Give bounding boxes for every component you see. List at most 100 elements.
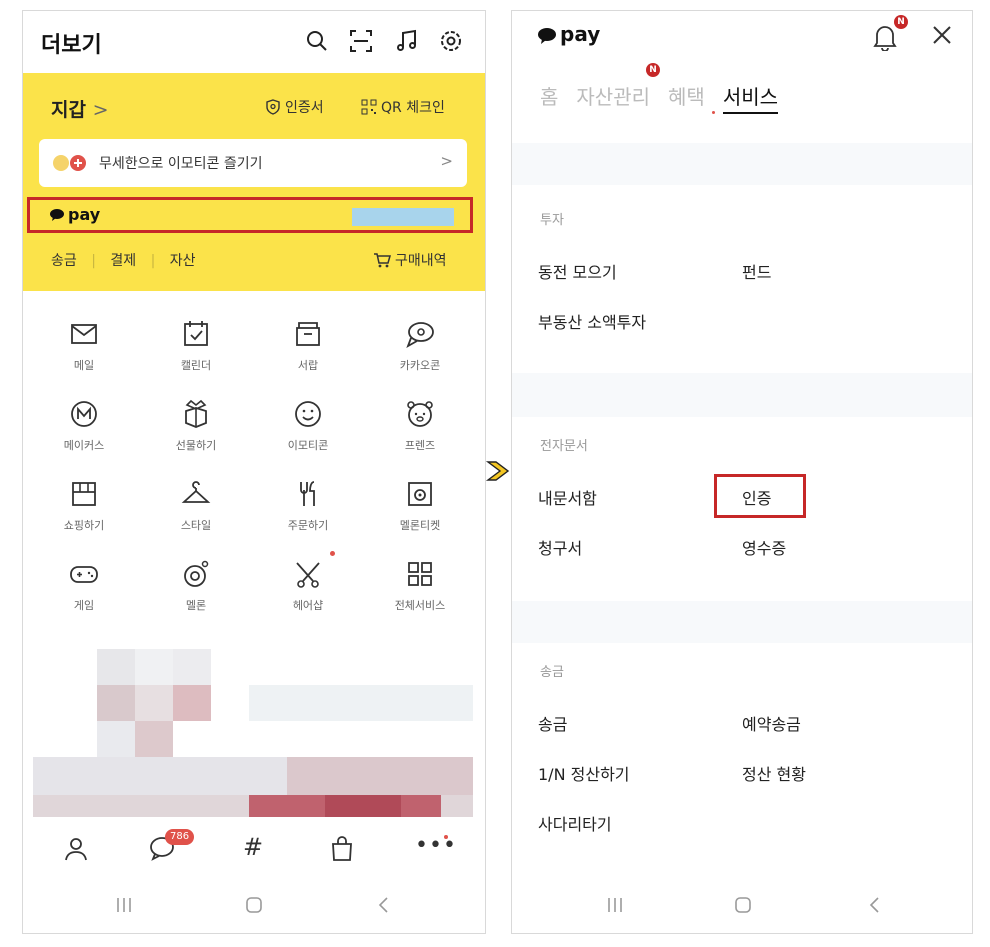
scan-icon[interactable] — [349, 29, 373, 53]
tab-new-badge: N — [646, 63, 660, 77]
shopping-tab-icon[interactable] — [329, 835, 355, 861]
back-icon[interactable] — [377, 897, 389, 913]
service-label: 전체서비스 — [394, 599, 446, 612]
qr-checkin-link[interactable]: QR 체크인 — [361, 97, 445, 117]
purchase-history-link[interactable]: 구매내역 — [373, 250, 447, 270]
mail-icon — [71, 324, 97, 344]
service-label: 선물하기 — [175, 439, 217, 452]
service-label: 이모티콘 — [287, 439, 329, 452]
drawer-icon — [296, 322, 320, 346]
pay-row-highlight[interactable]: pay — [27, 197, 473, 233]
shield-icon — [266, 99, 280, 115]
melon-icon — [184, 560, 209, 587]
service-melon[interactable]: 멜론 — [141, 559, 251, 613]
scissors-icon — [296, 562, 320, 588]
service-style[interactable]: 스타일 — [141, 479, 251, 533]
wallet-title[interactable]: 지갑 > — [51, 95, 109, 122]
home-icon[interactable] — [734, 896, 752, 914]
bell-icon[interactable] — [872, 23, 898, 51]
kakaocon-icon — [406, 322, 434, 348]
service-label: 게임 — [73, 599, 95, 612]
service-bills[interactable]: 청구서 — [538, 535, 582, 559]
blurred-ad-banner[interactable] — [33, 637, 473, 821]
service-mail[interactable]: 메일 — [29, 319, 139, 373]
hashtag-tab-icon[interactable]: # — [243, 833, 263, 861]
service-label: 쇼핑하기 — [63, 519, 105, 532]
service-receipts[interactable]: 영수증 — [742, 535, 786, 559]
calendar-icon — [184, 321, 208, 346]
friends-tab-icon[interactable] — [63, 835, 89, 861]
section-label-invest: 투자 — [540, 213, 564, 228]
service-game[interactable]: 게임 — [29, 559, 139, 613]
tab-services[interactable]: 서비스 — [722, 81, 779, 114]
wallet-panel: 지갑 > 인증서 QR 체크인 무세한으로 이모티콘 즐기기 > pay 송금 … — [23, 73, 485, 291]
tab-benefits[interactable]: 혜택 — [668, 81, 705, 114]
service-label: 메이커스 — [63, 439, 105, 452]
game-icon — [70, 566, 98, 583]
service-label: 주문하기 — [287, 519, 329, 532]
service-emoticon[interactable]: 이모티콘 — [253, 399, 363, 453]
service-label: 스타일 — [180, 519, 212, 532]
more-tab-icon[interactable]: ••• — [415, 833, 457, 858]
tab-asset-management[interactable]: 자산관리 — [576, 81, 650, 114]
service-coin-saving[interactable]: 동전 모으기 — [538, 259, 617, 283]
wallet-tabs: 송금 | 결제 | 자산 — [51, 253, 196, 269]
recent-apps-icon[interactable] — [115, 897, 133, 913]
service-hairshop[interactable]: 헤어샵 — [253, 559, 363, 613]
tab-home[interactable]: 홈 — [540, 81, 558, 114]
search-icon[interactable] — [305, 29, 329, 53]
wallet-tab-send[interactable]: 송금 — [51, 253, 77, 269]
service-authentication[interactable]: 인증 — [742, 485, 771, 509]
service-makers[interactable]: 메이커스 — [29, 399, 139, 453]
service-shopping[interactable]: 쇼핑하기 — [29, 479, 139, 533]
order-icon — [300, 481, 315, 506]
service-friends[interactable]: 프렌즈 — [365, 399, 475, 453]
system-nav-bar — [23, 881, 485, 931]
wallet-tab-assets[interactable]: 자산 — [170, 253, 196, 269]
service-split-bill[interactable]: 1/N 정산하기 — [538, 761, 630, 785]
service-transfer[interactable]: 송금 — [538, 711, 567, 735]
speech-bubble-icon — [50, 209, 64, 221]
service-label: 프렌즈 — [404, 439, 436, 452]
system-nav-bar — [512, 881, 972, 931]
section-label-transfer: 송금 — [540, 665, 564, 680]
makers-icon — [71, 401, 97, 427]
service-my-documents[interactable]: 내문서함 — [538, 485, 597, 509]
service-settlement-status[interactable]: 정산 현황 — [742, 761, 806, 785]
pay-logo: pay — [68, 205, 101, 224]
section-label-edocs: 전자문서 — [540, 439, 588, 454]
service-ladder-game[interactable]: 사다리타기 — [538, 811, 612, 835]
service-melon-ticket[interactable]: 멜론티켓 — [365, 479, 475, 533]
emoticon-promo-banner[interactable]: 무세한으로 이모티콘 즐기기 > — [39, 139, 467, 187]
right-phone-screen: pay N 홈 자산관리 혜택 서비스 N 투자 동전 모으기 펀드 부동산 소… — [511, 10, 973, 934]
service-label: 헤어샵 — [292, 599, 324, 612]
new-dot — [444, 835, 448, 839]
section-divider — [512, 373, 972, 417]
service-scheduled-transfer[interactable]: 예약송금 — [742, 711, 801, 735]
service-label: 카카오콘 — [399, 359, 441, 372]
service-label: 캘린더 — [180, 359, 212, 372]
speech-bubble-icon — [538, 28, 556, 44]
service-drawer[interactable]: 서랍 — [253, 319, 363, 373]
pay-balance-redacted — [352, 208, 454, 226]
music-icon[interactable] — [395, 29, 419, 53]
gear-icon[interactable] — [439, 29, 463, 53]
service-real-estate[interactable]: 부동산 소액투자 — [538, 309, 646, 333]
emoticon-icon — [295, 401, 321, 427]
certificate-link[interactable]: 인증서 — [265, 97, 324, 117]
recent-apps-icon[interactable] — [606, 897, 624, 913]
back-icon[interactable] — [868, 897, 880, 913]
service-calendar[interactable]: 캘린더 — [141, 319, 251, 373]
home-icon[interactable] — [245, 896, 263, 914]
service-kakaocon[interactable]: 카카오콘 — [365, 319, 475, 373]
wallet-tab-payment[interactable]: 결제 — [110, 253, 136, 269]
service-all[interactable]: 전체서비스 — [365, 559, 475, 613]
service-gift[interactable]: 선물하기 — [141, 399, 251, 453]
friends-icon — [407, 401, 433, 427]
service-fund[interactable]: 펀드 — [742, 259, 771, 283]
service-order[interactable]: 주문하기 — [253, 479, 363, 533]
chevron-right-icon — [485, 461, 510, 481]
close-icon[interactable] — [932, 25, 952, 45]
service-label: 멜론 — [185, 599, 207, 612]
service-label: 서랍 — [297, 359, 319, 372]
